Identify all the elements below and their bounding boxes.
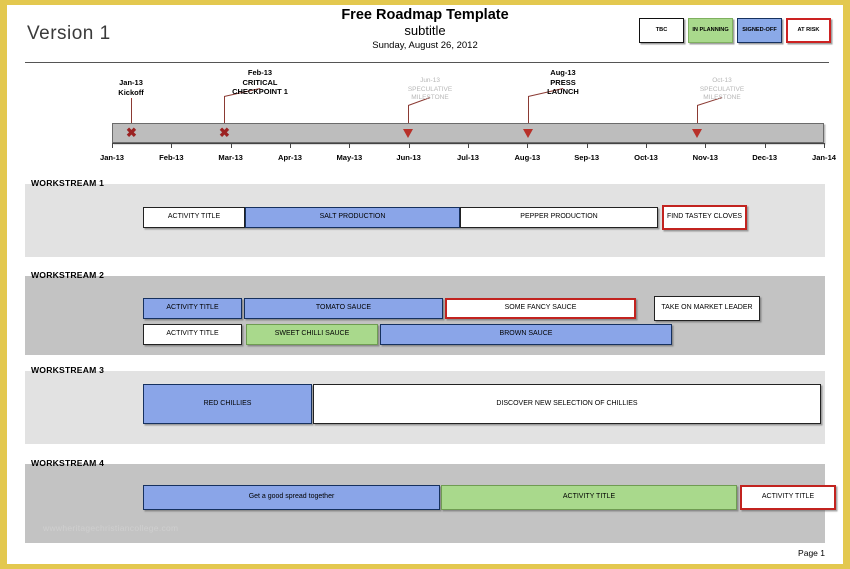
milestone-name: CHECKPOINT 1 — [232, 87, 288, 96]
month-label: Feb-13 — [159, 153, 184, 162]
activity-bar[interactable]: ACTIVITY TITLE — [143, 207, 245, 228]
month-label: Oct-13 — [634, 153, 658, 162]
axis-tick — [527, 143, 529, 148]
legend-item-in-planning[interactable]: IN PLANNING — [688, 18, 733, 43]
milestone-triangle-marker[interactable] — [523, 129, 533, 138]
milestone-triangle-marker[interactable] — [403, 129, 413, 138]
milestone-date: Oct-13 — [712, 77, 732, 84]
activity-bar[interactable]: ACTIVITY TITLE — [143, 324, 242, 345]
activity-bar[interactable]: ACTIVITY TITLE — [740, 485, 836, 510]
milestone-name: LAUNCH — [547, 87, 579, 96]
axis-tick — [349, 143, 351, 148]
activity-bar[interactable]: RED CHILLIES — [143, 384, 312, 424]
workstream-band-3: WORKSTREAM 3 RED CHILLIES DISCOVER NEW SEL… — [25, 362, 825, 444]
milestone-date: Feb-13 — [247, 68, 273, 77]
month-label: Apr-13 — [277, 153, 303, 162]
milestone-name: Kickoff — [118, 87, 144, 97]
milestone-leader-line — [697, 105, 698, 123]
month-label: Jul-13 — [457, 153, 479, 162]
milestone-name: CRITICAL — [242, 77, 278, 87]
month-label: Sep-13 — [574, 153, 600, 162]
milestone-name: MILESTONE — [703, 94, 741, 101]
milestone-leader-line — [528, 96, 529, 123]
milestone-date: Jan-13 — [119, 78, 143, 87]
activity-bar[interactable]: TOMATO SAUCE — [244, 298, 443, 319]
month-label: Nov-13 — [692, 153, 718, 162]
activity-bar[interactable]: TAKE ON MARKET LEADER — [654, 296, 760, 321]
header-divider — [25, 62, 829, 63]
milestone-triangle-marker[interactable] — [692, 129, 702, 138]
axis-tick — [764, 143, 766, 148]
month-label: Mar-13 — [218, 153, 243, 162]
milestone-leader-line — [408, 105, 409, 123]
month-label: Aug-13 — [514, 153, 541, 162]
milestone-label: Jan-13 Kickoff — [86, 78, 176, 97]
milestone-label: Aug-13 PRESS LAUNCH — [518, 68, 608, 97]
activity-bar[interactable]: SWEET CHILLI SAUCE — [246, 324, 378, 345]
milestone-date: Jun-13 — [420, 77, 440, 84]
axis-tick — [408, 143, 410, 148]
milestone-name: SPECULATIVE — [407, 85, 453, 93]
timeline: Jan-13 Feb-13 Mar-13 Apr-13 May-13 Jun-13 Jul-… — [7, 65, 843, 173]
month-label: Jan-14 — [811, 153, 837, 162]
activity-bar[interactable]: SOME FANCY SAUCE — [445, 298, 636, 319]
workstream-title: WORKSTREAM 1 — [31, 178, 105, 188]
activity-bar[interactable]: FIND TASTEY CLOVES — [662, 205, 747, 230]
workstream-band-2: WORKSTREAM 2 ACTIVITY TITLE TOMATO SAUCE SO… — [25, 267, 825, 355]
roadmap-sheet: Version 1 Free Roadmap Template subtitle… — [7, 5, 843, 564]
activity-bar[interactable]: SALT PRODUCTION — [245, 207, 460, 228]
watermark: wwwheritagechristiancollege.com — [43, 523, 179, 533]
activity-bar[interactable]: PEPPER PRODUCTION — [460, 207, 658, 228]
page-number: Page 1 — [798, 548, 825, 558]
milestone-label: Jun-13 SPECULATIVE MILESTONE — [385, 77, 475, 103]
activity-bar[interactable]: DISCOVER NEW SELECTION OF CHILLIES — [313, 384, 821, 424]
legend-item-signed-off[interactable]: SIGNED-OFF — [737, 18, 782, 43]
workstream-title: WORKSTREAM 4 — [31, 458, 105, 468]
month-label: Jun-13 — [396, 153, 421, 162]
milestone-leader-diagonal — [131, 98, 132, 106]
roadmap-page: Version 1 Free Roadmap Template subtitle… — [0, 0, 850, 569]
workstream-title: WORKSTREAM 2 — [31, 270, 105, 280]
milestone-label: Feb-13 CRITICAL CHECKPOINT 1 — [215, 68, 305, 97]
milestone-leader-line — [224, 96, 225, 123]
milestone-x-marker[interactable]: ✖ — [126, 126, 137, 139]
legend-item-tbc[interactable]: TBC — [639, 18, 684, 43]
axis-tick — [290, 143, 291, 148]
workstream-title: WORKSTREAM 3 — [31, 365, 105, 375]
milestone-x-marker[interactable]: ✖ — [219, 126, 230, 139]
axis-tick — [705, 143, 707, 148]
activity-bar[interactable]: Get a good spread together — [143, 485, 440, 510]
activity-bar[interactable]: ACTIVITY TITLE — [143, 298, 242, 319]
month-label: May-13 — [336, 153, 363, 162]
axis-tick — [230, 143, 232, 148]
activity-bar[interactable]: ACTIVITY TITLE — [441, 485, 737, 510]
milestone-name: PRESS — [550, 77, 576, 87]
milestone-date: Aug-13 — [550, 68, 576, 77]
legend-item-at-risk[interactable]: AT RISK — [786, 18, 831, 43]
milestone-leader-line — [131, 106, 132, 123]
axis-tick — [112, 143, 113, 148]
status-legend: TBC IN PLANNING SIGNED-OFF AT RISK — [639, 18, 831, 43]
milestone-label: Oct-13 SPECULATIVE MILESTONE — [677, 77, 767, 103]
month-label: Jan-13 — [99, 153, 125, 162]
activity-bar[interactable]: BROWN SAUCE — [380, 324, 672, 345]
axis-tick — [586, 143, 588, 148]
month-label: Dec-13 — [752, 153, 778, 162]
axis-tick — [646, 143, 647, 148]
workstream-band-1: WORKSTREAM 1 ACTIVITY TITLE SALT PRODUCTIO… — [25, 175, 825, 257]
milestone-name: SPECULATIVE — [699, 85, 745, 93]
axis-tick — [171, 143, 173, 148]
axis-tick — [824, 143, 825, 148]
milestone-name: MILESTONE — [411, 94, 449, 101]
axis-tick — [468, 143, 469, 148]
